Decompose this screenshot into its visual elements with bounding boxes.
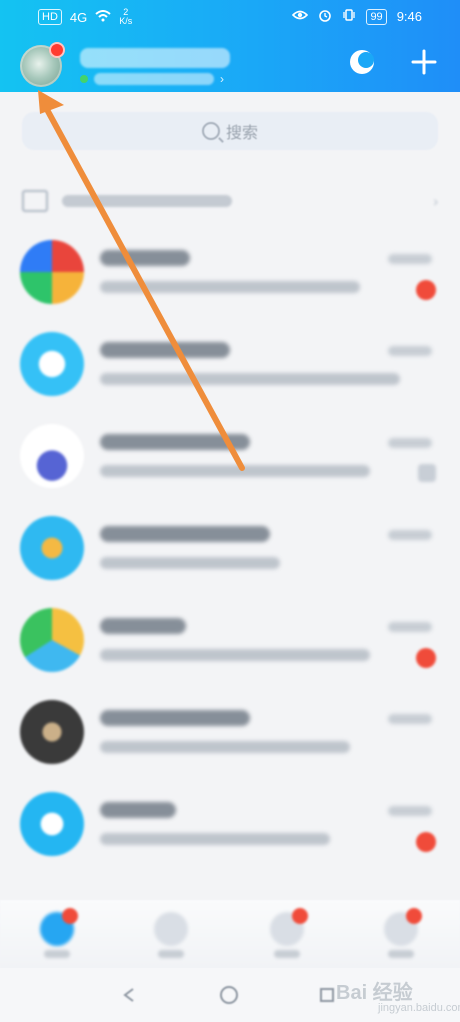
chat-title: [100, 618, 186, 634]
chat-title: [100, 250, 190, 266]
nav-me[interactable]: [378, 908, 424, 958]
chat-preview: [100, 557, 280, 569]
chat-avatar: [20, 240, 84, 304]
chat-avatar: [20, 700, 84, 764]
nav-contacts[interactable]: [148, 912, 194, 958]
search-icon: [201, 122, 220, 140]
chat-avatar: [20, 792, 84, 856]
status-bar: HD 4G 2 K/s 99 9:46: [0, 0, 460, 34]
chat-time: [388, 346, 432, 356]
list-item[interactable]: [0, 410, 460, 502]
bottom-nav: [0, 900, 460, 970]
chat-time: [388, 438, 432, 448]
list-item[interactable]: [0, 502, 460, 594]
chat-avatar: [20, 332, 84, 396]
chevron-right-icon: ›: [433, 193, 438, 209]
search-placeholder: 搜索: [225, 125, 258, 142]
nav-badge: [292, 908, 308, 924]
nav-label: [158, 950, 184, 958]
vibrate-icon: [342, 8, 356, 25]
chat-preview: [100, 833, 330, 845]
device-row[interactable]: ›: [22, 186, 438, 216]
chevron-right-icon: ›: [220, 72, 224, 86]
device-text: [62, 195, 232, 207]
nickname[interactable]: [80, 48, 230, 68]
moon-button[interactable]: [344, 44, 380, 80]
chat-title: [100, 342, 230, 358]
list-item[interactable]: [0, 686, 460, 778]
clock: 9:46: [396, 9, 422, 24]
unread-badge: [416, 280, 436, 300]
signal-label: 4G: [69, 9, 88, 25]
moon-icon: [350, 50, 374, 74]
status-right: 99 9:46: [292, 8, 422, 25]
chat-avatar: [20, 516, 84, 580]
device-icon: [22, 190, 48, 212]
online-status-text: [94, 73, 214, 85]
battery-icon: 99: [366, 8, 387, 25]
eye-icon: [292, 9, 309, 24]
chat-time: [388, 530, 432, 540]
chat-preview: [100, 649, 370, 661]
back-icon: [123, 988, 134, 1002]
network-speed: 2 K/s: [119, 7, 133, 26]
nav-label: [274, 950, 300, 958]
watermark-url: jingyan.baidu.com: [378, 1002, 460, 1014]
nav-messages[interactable]: [34, 908, 80, 958]
avatar-badge: [49, 42, 65, 58]
chat-title: [100, 434, 250, 450]
list-item[interactable]: [0, 226, 460, 318]
chat-list: [0, 226, 460, 870]
chat-preview: [100, 281, 360, 293]
alarm-icon: [318, 8, 332, 25]
nav-badge: [62, 908, 78, 924]
recents-icon: [320, 988, 334, 1002]
chat-title: [100, 710, 250, 726]
nav-label: [388, 950, 414, 958]
list-item[interactable]: [0, 778, 460, 870]
unread-badge: [416, 648, 436, 668]
chat-preview: [100, 465, 370, 477]
contacts-icon: [154, 912, 188, 946]
list-item[interactable]: [0, 594, 460, 686]
nav-label: [44, 950, 70, 958]
wifi-icon: [95, 9, 111, 25]
mute-icon: [418, 464, 436, 482]
chat-preview: [100, 741, 350, 753]
chat-time: [388, 806, 432, 816]
chat-title: [100, 802, 176, 818]
chat-time: [388, 254, 432, 264]
back-button[interactable]: [116, 982, 142, 1008]
home-icon: [220, 986, 238, 1004]
add-button[interactable]: [406, 44, 442, 80]
list-item[interactable]: [0, 318, 460, 410]
nav-badge: [406, 908, 422, 924]
unread-badge: [416, 832, 436, 852]
status-left: HD 4G 2 K/s: [38, 8, 132, 26]
home-button[interactable]: [216, 982, 242, 1008]
chat-title: [100, 526, 270, 542]
plus-icon: [411, 49, 437, 75]
chat-preview: [100, 373, 400, 385]
chat-avatar: [20, 608, 84, 672]
online-status[interactable]: ›: [80, 72, 224, 86]
watermark: Bai 经验: [336, 982, 413, 1004]
header-bar: HD 4G 2 K/s 99 9:46 ›: [0, 0, 460, 92]
search-bar[interactable]: 搜索: [22, 112, 438, 150]
hd-badge: HD: [38, 9, 62, 25]
chat-time: [388, 622, 432, 632]
chat-time: [388, 714, 432, 724]
nav-discover[interactable]: [264, 908, 310, 958]
chat-avatar: [20, 424, 84, 488]
online-dot: [80, 75, 88, 83]
